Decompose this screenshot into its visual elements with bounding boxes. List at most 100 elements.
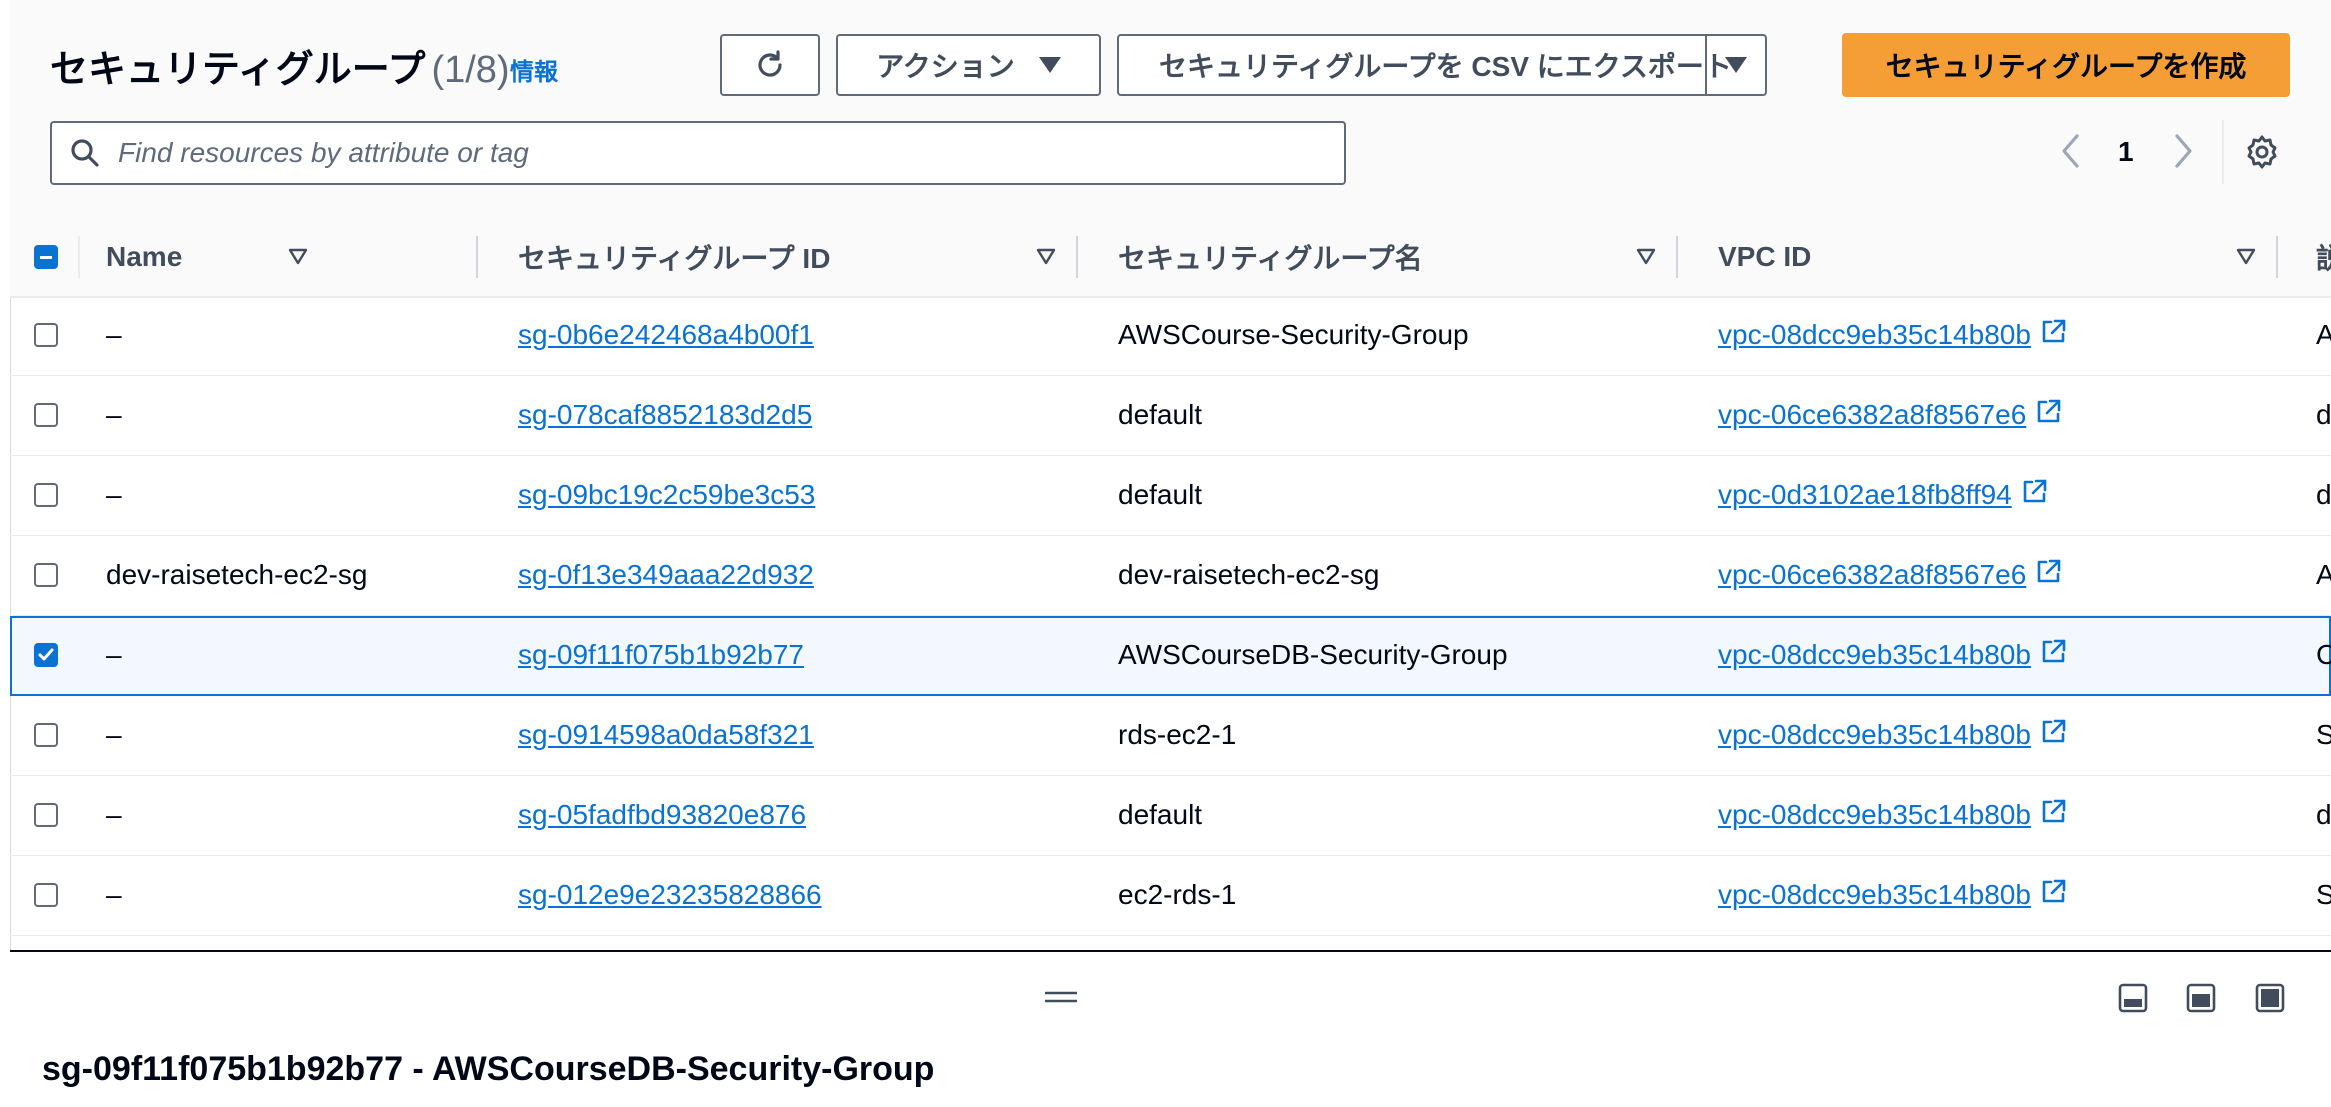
column-divider[interactable] — [1076, 236, 1078, 278]
selection-count: (1/8) — [431, 49, 510, 91]
table-row[interactable]: – sg-05fadfbd93820e876 default vpc-08dcc9eb… — [10, 776, 2331, 856]
column-header-description[interactable]: 説 — [2316, 218, 2331, 296]
cell-vpc-id[interactable]: vpc-0d3102ae18fb8ff94 — [1718, 456, 2048, 534]
cell-sg-name: rds-ec2-1 — [1118, 719, 1237, 750]
info-link[interactable]: 情報 — [510, 52, 558, 87]
vpc-id-link[interactable]: vpc-08dcc9eb35c14b80b — [1718, 639, 2031, 671]
split-panel-divider — [10, 950, 2331, 952]
cell-vpc-id[interactable]: vpc-08dcc9eb35c14b80b — [1718, 696, 2067, 774]
detail-panel-title: sg-09f11f075b1b92b77 - AWSCourseDB-Secur… — [42, 1050, 935, 1088]
split-bottom-icon[interactable] — [2117, 982, 2149, 1014]
split-full-icon[interactable] — [2254, 982, 2286, 1014]
vpc-id-link[interactable]: vpc-08dcc9eb35c14b80b — [1718, 719, 2031, 751]
external-link-icon[interactable] — [2039, 318, 2067, 353]
table-row[interactable]: – sg-09bc19c2c59be3c53 default vpc-0d3102ae… — [10, 456, 2331, 536]
cell-sg-id-link[interactable]: sg-0b6e242468a4b00f1 — [518, 296, 814, 374]
cell-sg-id-link[interactable]: sg-0f13e349aaa22d932 — [518, 536, 814, 614]
vpc-id-link[interactable]: vpc-06ce6382a8f8567e6 — [1718, 399, 2026, 431]
vpc-id-link[interactable]: vpc-08dcc9eb35c14b80b — [1718, 879, 2031, 911]
cell-vpc-id[interactable]: vpc-06ce6382a8f8567e6 — [1718, 536, 2062, 614]
row-checkbox[interactable] — [34, 803, 58, 827]
export-csv-button[interactable]: セキュリティグループを CSV にエクスポート — [1117, 34, 1767, 96]
cell-sg-id-link[interactable]: sg-09bc19c2c59be3c53 — [518, 456, 815, 534]
row-checkbox[interactable] — [34, 323, 58, 347]
external-link-icon[interactable] — [2039, 718, 2067, 753]
column-header-vpc-id[interactable]: VPC ID — [1718, 218, 1811, 296]
cell-vpc-id[interactable]: vpc-06ce6382a8f8567e6 — [1718, 376, 2062, 454]
table-row[interactable]: – sg-078caf8852183d2d5 default vpc-06ce6382… — [10, 376, 2331, 456]
table-row[interactable]: – sg-09f11f075b1b92b77 AWSCourseDB-Securit… — [10, 616, 2331, 696]
export-dropdown-button[interactable] — [1705, 36, 1765, 94]
sort-icon[interactable] — [2236, 248, 2256, 266]
row-checkbox[interactable] — [34, 643, 58, 667]
cell-sg-name: default — [1118, 399, 1203, 430]
cell-sg-name: default — [1118, 799, 1203, 830]
column-header-sg-name[interactable]: セキュリティグループ名 — [1118, 218, 1423, 296]
cell-vpc-id[interactable]: vpc-08dcc9eb35c14b80b — [1718, 776, 2067, 854]
cell-description: A — [2316, 559, 2331, 590]
row-checkbox[interactable] — [34, 403, 58, 427]
external-link-icon[interactable] — [2039, 798, 2067, 833]
cell-description: d — [2316, 399, 2331, 430]
cell-name: – — [106, 879, 122, 910]
create-security-group-button[interactable]: セキュリティグループを作成 — [1842, 33, 2290, 97]
column-divider[interactable] — [476, 236, 478, 278]
sort-icon[interactable] — [288, 248, 308, 266]
cell-description: S — [2316, 719, 2331, 750]
sort-icon[interactable] — [1036, 248, 1056, 266]
cell-name: – — [106, 319, 122, 350]
resize-handle-icon[interactable] — [1043, 988, 1079, 1006]
cell-description: d — [2316, 479, 2331, 510]
external-link-icon[interactable] — [2039, 878, 2067, 913]
table-row[interactable]: – sg-0b6e242468a4b00f1 AWSCourse-Security-… — [10, 296, 2331, 376]
select-all-checkbox[interactable] — [34, 245, 58, 269]
cell-description: S — [2316, 879, 2331, 910]
search-input[interactable] — [116, 136, 1270, 170]
current-page[interactable]: 1 — [2118, 136, 2134, 168]
external-link-icon[interactable] — [2034, 558, 2062, 593]
cell-sg-name: AWSCourseDB-Security-Group — [1118, 639, 1508, 670]
cell-vpc-id[interactable]: vpc-08dcc9eb35c14b80b — [1718, 856, 2067, 934]
column-divider[interactable] — [1676, 236, 1678, 278]
actions-button[interactable]: アクション — [836, 34, 1101, 96]
row-checkbox[interactable] — [34, 483, 58, 507]
refresh-button[interactable] — [720, 34, 820, 96]
row-checkbox[interactable] — [34, 883, 58, 907]
split-side-icon[interactable] — [2185, 982, 2217, 1014]
vpc-id-link[interactable]: vpc-08dcc9eb35c14b80b — [1718, 319, 2031, 351]
vpc-id-link[interactable]: vpc-0d3102ae18fb8ff94 — [1718, 479, 2012, 511]
cell-sg-id-link[interactable]: sg-05fadfbd93820e876 — [518, 776, 806, 854]
column-header-name[interactable]: Name — [106, 218, 182, 296]
row-checkbox[interactable] — [34, 723, 58, 747]
vpc-id-link[interactable]: vpc-08dcc9eb35c14b80b — [1718, 799, 2031, 831]
column-divider — [78, 236, 80, 278]
next-page-icon[interactable] — [2170, 132, 2196, 170]
table-row[interactable]: – sg-012e9e23235828866 ec2-rds-1 vpc-08dcc9… — [10, 856, 2331, 936]
vpc-id-link[interactable]: vpc-06ce6382a8f8567e6 — [1718, 559, 2026, 591]
cell-sg-id-link[interactable]: sg-0914598a0da58f321 — [518, 696, 814, 774]
pager-divider — [2222, 120, 2224, 184]
row-checkbox[interactable] — [34, 563, 58, 587]
cell-description: A — [2316, 319, 2331, 350]
external-link-icon[interactable] — [2039, 638, 2067, 673]
previous-page-icon[interactable] — [2058, 132, 2084, 170]
settings-gear-icon[interactable] — [2244, 134, 2280, 170]
cell-sg-id-link[interactable]: sg-09f11f075b1b92b77 — [518, 616, 804, 694]
search-field[interactable] — [50, 121, 1346, 185]
cell-sg-id-link[interactable]: sg-078caf8852183d2d5 — [518, 376, 812, 454]
external-link-icon[interactable] — [2034, 398, 2062, 433]
cell-vpc-id[interactable]: vpc-08dcc9eb35c14b80b — [1718, 616, 2067, 694]
cell-sg-name: AWSCourse-Security-Group — [1118, 319, 1469, 350]
sort-icon[interactable] — [1636, 248, 1656, 266]
cell-sg-id-link[interactable]: sg-012e9e23235828866 — [518, 856, 822, 934]
actions-label: アクション — [876, 51, 1015, 82]
table-row[interactable]: – sg-0914598a0da58f321 rds-ec2-1 vpc-08dcc9… — [10, 696, 2331, 776]
refresh-icon — [758, 50, 782, 77]
export-csv-label: セキュリティグループを CSV にエクスポート — [1159, 51, 1732, 82]
cell-vpc-id[interactable]: vpc-08dcc9eb35c14b80b — [1718, 296, 2067, 374]
external-link-icon[interactable] — [2020, 478, 2048, 513]
indeterminate-mark — [40, 256, 52, 259]
table-row[interactable]: dev-raisetech-ec2-sg sg-0f13e349aaa22d932… — [10, 536, 2331, 616]
column-divider[interactable] — [2276, 236, 2278, 278]
column-header-sg-id[interactable]: セキュリティグループ ID — [518, 218, 830, 296]
